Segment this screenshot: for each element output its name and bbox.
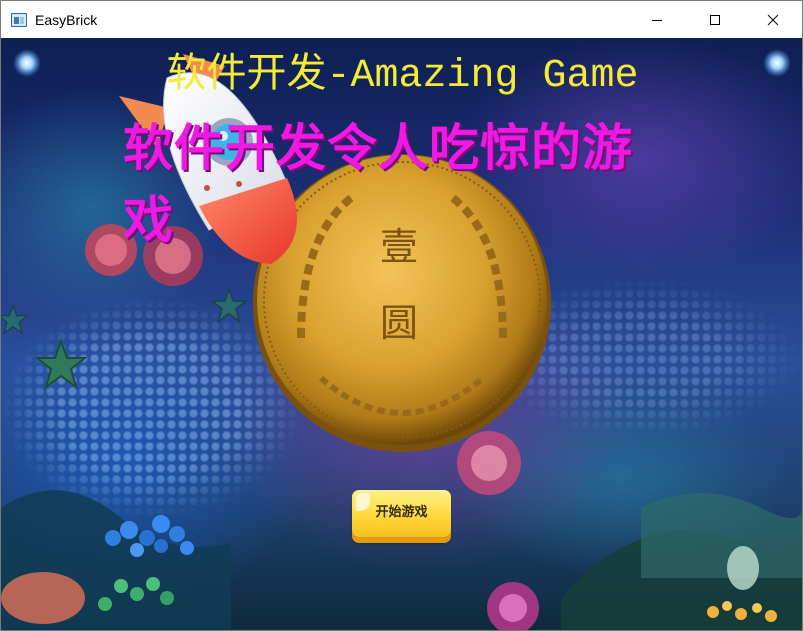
game-canvas[interactable]: 壹 圆 软件开发-Amazing Game 软件开发令人吃惊的游戏 开始游戏: [1, 38, 802, 630]
close-icon: [767, 14, 779, 25]
maximize-button[interactable]: [686, 1, 744, 38]
maximize-icon: [710, 14, 720, 25]
shell-icon: [727, 546, 759, 590]
sea-urchin-icon: [487, 582, 539, 630]
headline-english: 软件开发-Amazing Game: [166, 54, 639, 99]
headline-chinese: 软件开发令人吃惊的游戏: [123, 119, 633, 249]
minimize-icon: [652, 19, 662, 21]
shell-icon: [1, 572, 85, 624]
starfish-icon: [210, 287, 248, 324]
minimize-button[interactable]: [628, 1, 686, 38]
starfish-icon: [34, 337, 88, 390]
start-game-label: 开始游戏: [375, 505, 428, 520]
starfish-icon: [1, 303, 30, 335]
app-icon: [11, 12, 27, 27]
window-controls: [628, 1, 802, 38]
game-window: EasyBrick 壹 圆 软件开发-Amazing Game 软件开发令人吃惊…: [0, 0, 803, 631]
sea-urchin-icon: [457, 431, 521, 495]
window-title: EasyBrick: [35, 11, 98, 28]
title-bar[interactable]: EasyBrick: [1, 1, 802, 38]
coin-inscription-bottom: 圆: [380, 301, 418, 345]
rock-shape: [641, 493, 802, 578]
start-game-button[interactable]: 开始游戏: [352, 490, 451, 537]
close-button[interactable]: [744, 1, 802, 38]
